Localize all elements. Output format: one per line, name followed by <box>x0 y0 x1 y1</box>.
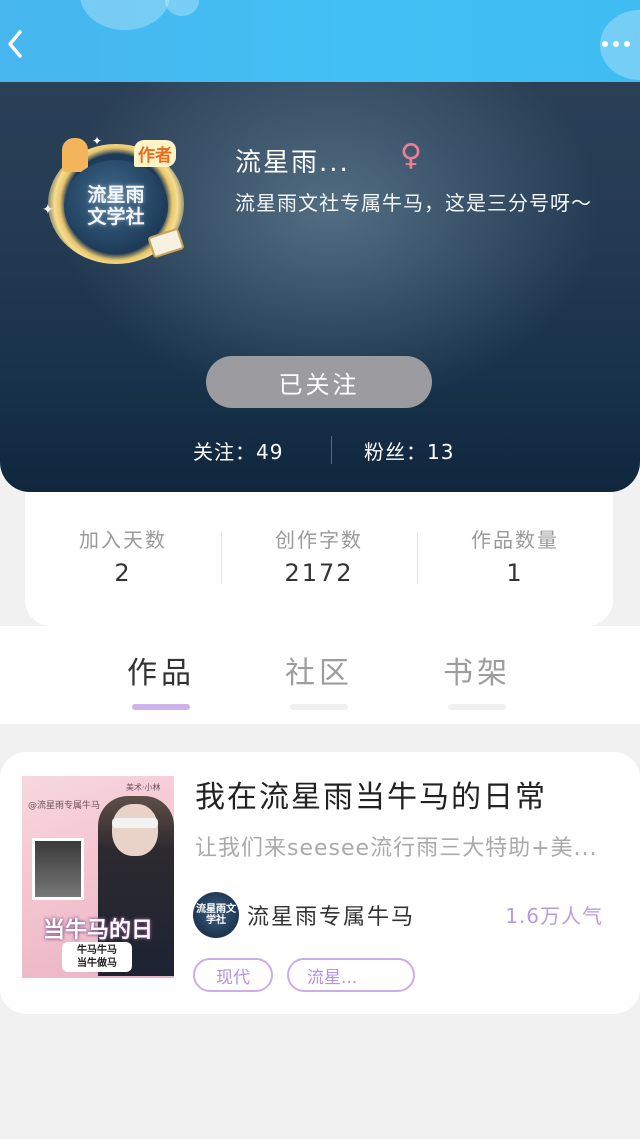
profile-name: 流星雨... <box>235 148 350 178</box>
decor-bubble <box>165 0 199 16</box>
stat-works-count: 作品数量 1 <box>417 524 613 587</box>
book-cover[interactable]: @流星雨专属牛马 美术·小林 当牛马的日常 牛马牛马 当牛做马 <box>22 776 174 978</box>
profile-header: 流星雨 文学社 作者 ✦ ✦ 流星雨... ♀ 流星雨文社专属牛马，这是三分号呀… <box>0 82 640 492</box>
cover-tag-line2: 当牛做马 <box>77 958 117 969</box>
follow-stats: 关注：49 粉丝：13 <box>0 434 640 466</box>
tab-label: 作品 <box>127 656 195 691</box>
work-author-avatar[interactable]: 流星雨文学社 <box>193 892 239 938</box>
tab-label: 书架 <box>443 656 511 691</box>
tab-works[interactable]: 作品 <box>106 648 216 710</box>
avatar-text-line2: 文学社 <box>87 206 145 228</box>
stat-word-count: 创作字数 2172 <box>221 524 417 587</box>
author-stats-card: 加入天数 2 创作字数 2172 作品数量 1 <box>25 492 613 626</box>
stat-label: 作品数量 <box>471 528 559 552</box>
female-gender-icon: ♀ <box>400 138 422 173</box>
tab-indicator <box>448 704 506 710</box>
author-badge: 作者 <box>134 140 176 167</box>
stat-value: 2172 <box>284 559 354 587</box>
followers-count[interactable]: 粉丝：13 <box>364 434 454 466</box>
decor-bubble <box>80 0 170 30</box>
more-dot <box>624 41 630 47</box>
avatar-lantern-decor <box>62 138 88 172</box>
work-tag[interactable]: 现代 <box>193 958 273 992</box>
stats-divider <box>331 436 332 464</box>
avatar-text-line1: 流星雨 <box>87 184 145 206</box>
work-description: 让我们来seesee流行雨三大特助+美... <box>195 836 598 861</box>
stat-label: 加入天数 <box>79 528 167 552</box>
chevron-left-icon <box>8 30 22 58</box>
following-count[interactable]: 关注：49 <box>193 434 283 466</box>
tab-bar: 作品 社区 书架 <box>0 626 640 724</box>
cover-face <box>112 804 158 856</box>
stat-label: 创作字数 <box>275 528 363 552</box>
cover-photo <box>32 838 84 900</box>
stat-value: 1 <box>506 559 524 587</box>
work-title[interactable]: 我在流星雨当牛马的日常 <box>195 772 547 816</box>
cover-top-text: @流星雨专属牛马 <box>28 801 101 811</box>
stat-value: 2 <box>114 559 132 587</box>
cover-tag-line1: 牛马牛马 <box>77 945 117 956</box>
more-dot <box>602 41 608 47</box>
sparkle-icon: ✦ <box>92 134 103 148</box>
work-author-name[interactable]: 流星雨专属牛马 <box>247 899 415 931</box>
more-dot <box>613 41 619 47</box>
profile-bio: 流星雨文社专属牛马，这是三分号呀～ <box>235 191 592 215</box>
work-tag[interactable]: 流星... <box>287 958 415 992</box>
cover-artist-text: 美术·小林 <box>126 783 161 792</box>
follow-button[interactable]: 已关注 <box>206 356 432 408</box>
cover-tag: 牛马牛马 当牛做马 <box>62 942 132 972</box>
stat-join-days: 加入天数 2 <box>25 524 221 587</box>
back-button[interactable] <box>0 26 30 62</box>
tab-indicator <box>290 704 348 710</box>
work-author-row: 流星雨文学社 流星雨专属牛马 1.6万人气 <box>193 890 613 938</box>
tab-bookshelf[interactable]: 书架 <box>422 648 532 710</box>
top-bar <box>0 0 640 82</box>
tab-label: 社区 <box>285 656 353 691</box>
cover-glasses <box>112 818 158 828</box>
work-card[interactable]: @流星雨专属牛马 美术·小林 当牛马的日常 牛马牛马 当牛做马 我在流星雨当牛马… <box>0 752 640 1014</box>
work-popularity: 1.6万人气 <box>505 904 603 928</box>
more-button[interactable] <box>596 30 636 58</box>
avatar[interactable]: 流星雨 文学社 作者 ✦ ✦ <box>42 132 192 267</box>
tab-community[interactable]: 社区 <box>264 648 374 710</box>
sparkle-icon: ✦ <box>42 202 54 218</box>
tab-indicator <box>132 704 190 710</box>
